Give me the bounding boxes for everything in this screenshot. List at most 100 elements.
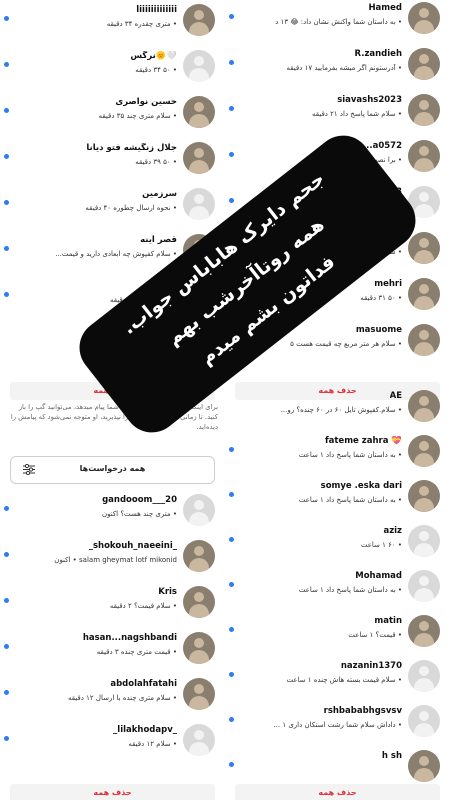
message-preview: • به داستان شما پاسخ داد ۱ ساعت — [298, 496, 402, 504]
message-request-row[interactable]: _lilakhodapv_ • سلام ۱۲ دقیقه — [0, 718, 225, 762]
message-request-row[interactable]: جلال زنگیشه فتو دیانا • ۵۰ ۳۹ دقیقه — [0, 136, 225, 180]
message-request-row[interactable]: سرزمین • نحوه ارسال چطوره ۴۰ دقیقه — [0, 182, 225, 226]
message-request-row[interactable]: gandooom___20 • متری چند هست؟ اکنون — [0, 488, 225, 532]
unread-dot-icon — [4, 552, 9, 557]
username: قصر آینه — [140, 235, 177, 245]
message-request-row[interactable]: rshbababhgsvsv • داداش سلام شما رشت استکا… — [225, 699, 450, 743]
message-request-row[interactable]: Hamed • به داستان شما واکنش نشان داد: 😂 ۱… — [225, 0, 450, 40]
unread-dot-icon — [4, 200, 9, 205]
avatar[interactable] — [183, 494, 215, 526]
message-request-row[interactable]: حسین نواصری • سلام متری چند ۳۵ دقیقه — [0, 90, 225, 134]
all-requests-filter[interactable]: همه درخواست‌ها — [10, 456, 215, 484]
avatar[interactable] — [408, 48, 440, 80]
message-preview: • داداش سلام شما رشت استکان داری ۱ ... — [273, 721, 402, 729]
avatar[interactable] — [183, 4, 215, 36]
avatar[interactable] — [408, 750, 440, 782]
avatar[interactable] — [183, 724, 215, 756]
message-request-row[interactable]: AE • سلام.کفپوش تایل ۶۰ در ۶۰ چنده؟ رو... — [225, 384, 450, 428]
unread-dot-icon — [4, 506, 9, 511]
all-requests-label: همه درخواست‌ها — [79, 464, 146, 473]
message-request-row[interactable]: nazanin1370 • سلام قیمت بسته هاش چنده ۱ س… — [225, 654, 450, 698]
unread-dot-icon — [4, 690, 9, 695]
delete-all-button-left-bottom[interactable]: حذف همه — [10, 784, 215, 800]
avatar[interactable] — [408, 2, 440, 34]
username: _shokouh_naeeini_ — [88, 541, 177, 551]
avatar[interactable] — [408, 232, 440, 264]
message-request-row[interactable]: h sh — [225, 744, 450, 788]
username: Mohamad — [355, 571, 402, 581]
unread-dot-icon — [4, 108, 9, 113]
unread-dot-icon — [229, 627, 234, 632]
message-preview: • قیمت؟ ۱ ساعت — [348, 631, 402, 639]
avatar[interactable] — [408, 570, 440, 602]
avatar[interactable] — [408, 94, 440, 126]
avatar[interactable] — [408, 525, 440, 557]
message-request-row[interactable]: نرگس🌞🤍 • ۵۰ ۳۴ دقیقه — [0, 44, 225, 88]
message-request-row[interactable]: _shokouh_naeeini_ salam gheymat lotf miko… — [0, 534, 225, 578]
message-request-row[interactable]: Mohamad • به داستان شما پاسخ داد ۱ ساعت — [225, 564, 450, 608]
username: جلال زنگیشه فتو دیانا — [86, 143, 177, 153]
avatar[interactable] — [408, 435, 440, 467]
unread-dot-icon — [4, 644, 9, 649]
unread-dot-icon — [4, 598, 9, 603]
unread-dot-icon — [229, 198, 234, 203]
username: h sh — [381, 751, 402, 761]
username: gandooom___20 — [102, 495, 177, 505]
avatar[interactable] — [183, 188, 215, 220]
avatar[interactable] — [183, 678, 215, 710]
avatar[interactable] — [183, 50, 215, 82]
avatar[interactable] — [408, 480, 440, 512]
username: masuome — [355, 325, 402, 335]
message-preview: • به داستان شما پاسخ داد ۱ ساعت — [298, 451, 402, 459]
unread-dot-icon — [229, 492, 234, 497]
message-request-row[interactable]: fateme zahra 💝 • به داستان شما پاسخ داد ۱… — [225, 429, 450, 473]
unread-dot-icon — [229, 447, 234, 452]
avatar[interactable] — [408, 390, 440, 422]
username: liiiiiiiiiiiii — [136, 5, 177, 15]
message-request-row[interactable]: liiiiiiiiiiiii • متری چقدره ۳۴ دقیقه — [0, 0, 225, 42]
unread-dot-icon — [229, 537, 234, 542]
avatar[interactable] — [183, 586, 215, 618]
avatar[interactable] — [183, 632, 215, 664]
avatar[interactable] — [408, 660, 440, 692]
username: mehri — [374, 279, 402, 289]
avatar[interactable] — [408, 140, 440, 172]
username: rshbababhgsvsv — [323, 706, 402, 716]
message-preview: • سلام کفپوش چه ابعادی دارید و قیمت... — [55, 250, 177, 258]
message-preview: • به داستان شما واکنش نشان داد: 😂 ۱۳ د — [275, 18, 402, 26]
avatar[interactable] — [183, 142, 215, 174]
unread-dot-icon — [4, 246, 9, 251]
username: Hamed — [368, 3, 402, 13]
message-request-row[interactable]: hasan...nagshbandi • قیمت متری چنده ۳ دقی… — [0, 626, 225, 670]
avatar[interactable] — [183, 540, 215, 572]
username: aziz — [383, 526, 402, 536]
delete-all-button-right-bottom[interactable]: حذف همه — [235, 784, 440, 800]
message-preview: • سلام متری چند ۳۵ دقیقه — [98, 112, 177, 120]
username: AE — [389, 391, 402, 401]
username: matin — [374, 616, 402, 626]
avatar[interactable] — [408, 324, 440, 356]
message-request-row[interactable]: Kris • سلام قیمت؟ ۲ دقیقه — [0, 580, 225, 624]
message-request-row[interactable]: somye .eska dari • به داستان شما پاسخ داد… — [225, 474, 450, 518]
avatar[interactable] — [408, 705, 440, 737]
unread-dot-icon — [4, 292, 9, 297]
message-preview: • سلام هر متر مربع چه قیمت هست ۵ — [290, 340, 402, 348]
message-preview: • سلام.کفپوش تایل ۶۰ در ۶۰ چنده؟ رو... — [280, 406, 402, 414]
unread-dot-icon — [229, 762, 234, 767]
message-request-row[interactable]: siavashs2023 • سلام شما پاسخ داد ۲۱ دقیقه — [225, 88, 450, 132]
avatar[interactable] — [408, 278, 440, 310]
unread-dot-icon — [4, 154, 9, 159]
username: somye .eska dari — [320, 481, 402, 491]
message-request-row[interactable]: abdolahfatahi • سلام متری چنده با ارسال ۱… — [0, 672, 225, 716]
message-request-row[interactable]: R.zandieh • آدرستونم اگر میشه بفرمایید ۱۷… — [225, 42, 450, 86]
unread-dot-icon — [4, 16, 9, 21]
message-preview: • سلام شما پاسخ داد ۲۱ دقیقه — [312, 110, 402, 118]
message-request-row[interactable]: matin • قیمت؟ ۱ ساعت — [225, 609, 450, 653]
avatar[interactable] — [408, 615, 440, 647]
message-preview: • آدرستونم اگر میشه بفرمایید ۱۷ دقیقه — [286, 64, 402, 72]
message-request-row[interactable]: aziz • ۶۰ ۱ ساعت — [225, 519, 450, 563]
message-preview: • متری چند هست؟ اکنون — [101, 510, 177, 518]
avatar[interactable] — [183, 96, 215, 128]
unread-dot-icon — [229, 717, 234, 722]
unread-dot-icon — [229, 106, 234, 111]
